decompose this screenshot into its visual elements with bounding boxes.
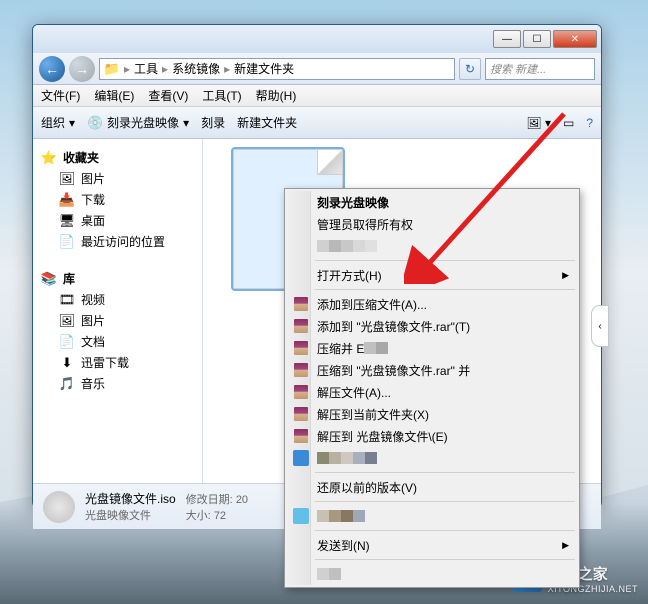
sidebar-libraries-header[interactable]: 📚库 [33, 268, 202, 289]
documents-icon: 📄 [59, 334, 75, 350]
address-bar[interactable]: 📁 ▸ 工具 ▸ 系统镜像 ▸ 新建文件夹 [99, 58, 455, 80]
details-size: 72 [214, 510, 226, 522]
cm-extract-here[interactable]: 解压到当前文件夹(X) [287, 403, 577, 425]
sidebar-favorites-header[interactable]: ⭐收藏夹 [33, 147, 202, 168]
chevron-right-icon: ▶ [562, 270, 569, 281]
maximize-button[interactable]: ☐ [523, 30, 551, 48]
sidebar-item-recent[interactable]: 📄最近访问的位置 [33, 231, 202, 252]
menu-file[interactable]: 文件(F) [41, 87, 80, 104]
rar-icon [293, 428, 309, 444]
menu-tools[interactable]: 工具(T) [202, 87, 241, 104]
disc-icon: 💿 [87, 115, 103, 131]
sidebar-item-music[interactable]: 🎵音乐 [33, 373, 202, 394]
library-icon: 📚 [41, 271, 57, 287]
cm-send-to[interactable]: 发送到(N)▶ [287, 534, 577, 556]
burn-button[interactable]: 刻录 [201, 114, 225, 131]
sidebar-item-xunlei[interactable]: ⬇迅雷下载 [33, 352, 202, 373]
recent-icon: 📄 [59, 234, 75, 250]
details-date-label: 修改日期: [186, 494, 233, 506]
downloads-icon: 📥 [59, 192, 75, 208]
toolbar: 组织 ▾ 💿刻录光盘映像 ▾ 刻录 新建文件夹 🖼 ▾ ▭ ? [33, 107, 601, 139]
breadcrumb-item[interactable]: 工具 [134, 60, 158, 77]
disc-icon [43, 491, 75, 523]
details-date: 20 [236, 494, 248, 506]
cm-add-archive[interactable]: 添加到压缩文件(A)... [287, 293, 577, 315]
cm-blurred-4[interactable] [287, 563, 577, 585]
app-icon [293, 508, 309, 524]
desktop-icon: 🖥 [59, 213, 75, 229]
breadcrumb-item[interactable]: 系统镜像 [172, 60, 220, 77]
chevron-right-icon: ▸ [224, 62, 230, 76]
details-size-label: 大小: [186, 510, 211, 522]
cm-compress-rar-email[interactable]: 压缩到 "光盘镜像文件.rar" 并 [287, 359, 577, 381]
forward-button[interactable]: → [69, 56, 95, 82]
separator [315, 530, 575, 531]
nav-row: ← → 📁 ▸ 工具 ▸ 系统镜像 ▸ 新建文件夹 ↻ 搜索 新建... [33, 53, 601, 85]
folder-icon: 📁 [104, 61, 120, 77]
music-icon: 🎵 [59, 376, 75, 392]
cm-restore-previous[interactable]: 还原以前的版本(V) [287, 476, 577, 498]
pictures-icon: 🖼 [59, 171, 75, 187]
chevron-right-icon: ▸ [162, 62, 168, 76]
menu-edit[interactable]: 编辑(E) [94, 87, 134, 104]
separator [315, 559, 575, 560]
sidebar-item-desktop[interactable]: 🖥桌面 [33, 210, 202, 231]
cm-extract[interactable]: 解压文件(A)... [287, 381, 577, 403]
sidebar-item-lib-pictures[interactable]: 🖼图片 [33, 310, 202, 331]
rar-icon [293, 340, 309, 356]
pictures-icon: 🖼 [59, 313, 75, 329]
cm-blurred-3[interactable] [287, 505, 577, 527]
cm-open-with[interactable]: 打开方式(H)▶ [287, 264, 577, 286]
refresh-button[interactable]: ↻ [459, 58, 481, 80]
details-filename: 光盘镜像文件.iso [85, 490, 176, 507]
separator [315, 472, 575, 473]
burn-image-button[interactable]: 💿刻录光盘映像 ▾ [87, 114, 189, 131]
cm-add-rar[interactable]: 添加到 "光盘镜像文件.rar"(T) [287, 315, 577, 337]
separator [315, 501, 575, 502]
nav-sidebar: ⭐收藏夹 🖼图片 📥下载 🖥桌面 📄最近访问的位置 📚库 🎞视频 🖼图片 📄文档… [33, 139, 203, 483]
cm-blurred-1[interactable] [287, 235, 577, 257]
xunlei-icon: ⬇ [59, 355, 75, 371]
search-input[interactable]: 搜索 新建... [485, 58, 595, 80]
chevron-right-icon: ▸ [124, 62, 130, 76]
close-button[interactable]: ✕ [553, 30, 597, 48]
sidebar-item-downloads[interactable]: 📥下载 [33, 189, 202, 210]
rar-icon [293, 318, 309, 334]
view-mode-button[interactable]: 🖼 ▾ [526, 116, 551, 130]
video-icon: 🎞 [59, 292, 75, 308]
organize-button[interactable]: 组织 ▾ [41, 114, 75, 131]
menu-view[interactable]: 查看(V) [148, 87, 188, 104]
minimize-button[interactable]: — [493, 30, 521, 48]
rar-icon [293, 406, 309, 422]
chevron-right-icon: ▶ [562, 540, 569, 551]
cm-blurred-2[interactable] [287, 447, 577, 469]
cm-burn-image[interactable]: 刻录光盘映像 [287, 191, 577, 213]
app-icon [293, 450, 309, 466]
breadcrumb-item[interactable]: 新建文件夹 [234, 60, 294, 77]
rar-icon [293, 362, 309, 378]
cm-take-ownership[interactable]: 管理员取得所有权 [287, 213, 577, 235]
expand-preview-chevron[interactable]: ‹ [591, 305, 609, 347]
details-filetype: 光盘映像文件 [85, 507, 176, 523]
separator [315, 289, 575, 290]
context-menu: 刻录光盘映像 管理员取得所有权 打开方式(H)▶ 添加到压缩文件(A)... 添… [284, 188, 580, 588]
help-button[interactable]: ? [586, 116, 593, 130]
back-button[interactable]: ← [39, 56, 65, 82]
new-folder-button[interactable]: 新建文件夹 [237, 114, 297, 131]
cm-extract-to[interactable]: 解压到 光盘镜像文件\(E) [287, 425, 577, 447]
separator [315, 260, 575, 261]
rar-icon [293, 296, 309, 312]
sidebar-item-documents[interactable]: 📄文档 [33, 331, 202, 352]
titlebar[interactable]: — ☐ ✕ [33, 25, 601, 53]
sidebar-item-videos[interactable]: 🎞视频 [33, 289, 202, 310]
menubar: 文件(F) 编辑(E) 查看(V) 工具(T) 帮助(H) [33, 85, 601, 107]
star-icon: ⭐ [41, 150, 57, 166]
rar-icon [293, 384, 309, 400]
sidebar-item-pictures[interactable]: 🖼图片 [33, 168, 202, 189]
menu-help[interactable]: 帮助(H) [256, 87, 297, 104]
preview-pane-button[interactable]: ▭ [563, 116, 574, 130]
cm-compress-email[interactable]: 压缩并 E [287, 337, 577, 359]
